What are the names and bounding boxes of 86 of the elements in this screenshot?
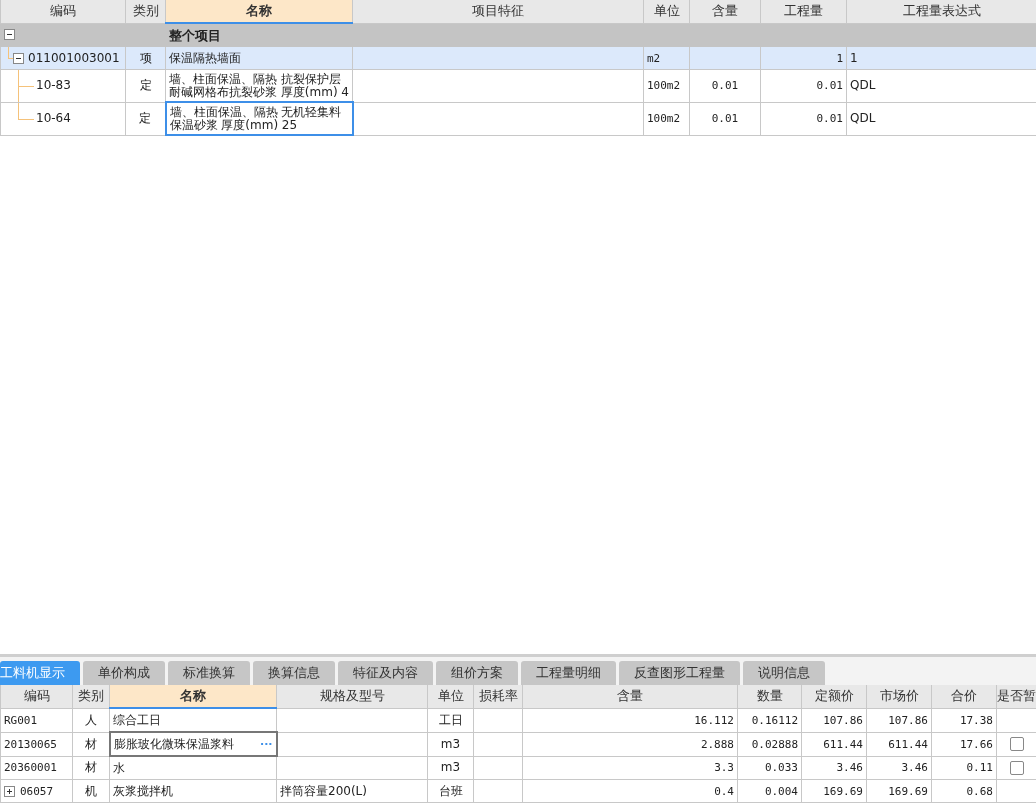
table-cell: 0.01 xyxy=(760,102,847,135)
table-cell: 611.44 xyxy=(866,732,932,756)
name-cell[interactable]: 墙、柱面保温、隔热 无机轻集料保温砂浆 厚度(mm) 25 xyxy=(165,102,353,135)
tab[interactable]: 组价方案 xyxy=(436,661,518,685)
table-cell: 0.68 xyxy=(931,779,997,803)
table-cell: 定 xyxy=(125,69,166,102)
table-cell: 3.46 xyxy=(866,756,932,780)
table-cell: 17.38 xyxy=(931,708,997,732)
column-header[interactable]: 工程量 xyxy=(760,0,847,23)
table-cell: 0.01 xyxy=(689,102,761,135)
tab[interactable]: 标准换算 xyxy=(168,661,250,685)
tab[interactable]: 特征及内容 xyxy=(338,661,433,685)
collapse-icon[interactable] xyxy=(4,29,15,41)
table-cell: 100m2 xyxy=(643,69,690,102)
item-code: 06057 xyxy=(20,784,54,798)
collapse-icon[interactable] xyxy=(13,52,24,64)
table-row[interactable]: 整个项目 xyxy=(0,23,1036,47)
table-cell: 16.112 xyxy=(522,708,738,732)
table-cell: 0.01 xyxy=(760,69,847,102)
material-name: 膨胀玻化微珠保温浆料 xyxy=(113,737,234,751)
table-cell: 2.888 xyxy=(522,732,738,756)
table-cell: m3 xyxy=(427,732,474,756)
table-cell: 0.02888 xyxy=(737,732,802,756)
table-cell: 107.86 xyxy=(801,708,867,732)
material-name: 综合工日 xyxy=(113,713,161,727)
column-header[interactable]: 名称 xyxy=(109,685,277,708)
table-cell: 材 xyxy=(72,756,110,780)
name-cell[interactable]: 整个项目 xyxy=(165,23,353,47)
column-header[interactable]: 含量 xyxy=(522,685,738,708)
table-cell: 人 xyxy=(72,708,110,732)
column-header[interactable]: 项目特征 xyxy=(352,0,644,23)
table-cell: 611.44 xyxy=(801,732,867,756)
column-header[interactable]: 含量 xyxy=(689,0,761,23)
table-cell: 0.11 xyxy=(931,756,997,780)
table-cell: 0.4 xyxy=(522,779,738,803)
column-header[interactable]: 编码 xyxy=(0,685,73,708)
tab[interactable]: 换算信息 xyxy=(253,661,335,685)
item-code: RG001 xyxy=(4,713,38,727)
table-cell: 169.69 xyxy=(866,779,932,803)
table-cell: 17.66 xyxy=(931,732,997,756)
tab[interactable]: 工程量明细 xyxy=(521,661,616,685)
item-code: 011001003001 xyxy=(28,51,120,65)
name-cell[interactable]: 保温隔热墙面 xyxy=(165,46,353,70)
column-header[interactable]: 类别 xyxy=(72,685,110,708)
tab[interactable]: 单价构成 xyxy=(83,661,165,685)
tab[interactable]: 反查图形工程量 xyxy=(619,661,740,685)
column-header[interactable]: 规格及型号 xyxy=(276,685,428,708)
column-header[interactable]: 类别 xyxy=(125,0,166,23)
item-code: 10-83 xyxy=(36,79,71,93)
expand-icon[interactable] xyxy=(4,785,15,797)
column-header[interactable]: 单位 xyxy=(643,0,690,23)
column-header[interactable]: 编码 xyxy=(0,0,126,23)
table-cell: 0.16112 xyxy=(737,708,802,732)
table-cell: 0.033 xyxy=(737,756,802,780)
table-row[interactable]: 10-64 定 墙、柱面保温、隔热 无机轻集料保温砂浆 厚度(mm) 25 100m2 0.01 0.01 QDL xyxy=(0,102,1036,135)
column-header[interactable]: 是否暂 xyxy=(996,685,1036,708)
table-cell: 机 xyxy=(72,779,110,803)
table-cell: 工日 xyxy=(427,708,474,732)
item-code: 10-64 xyxy=(36,112,71,125)
column-header[interactable]: 定额价 xyxy=(801,685,867,708)
table-cell: 拌筒容量200(L) xyxy=(276,779,428,803)
tab[interactable]: 说明信息 xyxy=(743,661,825,685)
table-cell: m3 xyxy=(427,756,474,780)
table-cell: 3.46 xyxy=(801,756,867,780)
material-name: 水 xyxy=(113,761,125,775)
table-cell: 100m2 xyxy=(643,102,690,135)
table-cell: 0.004 xyxy=(737,779,802,803)
table-row[interactable]: 011001003001 项 保温隔热墙面 m2 1 1 xyxy=(0,46,1036,70)
column-header[interactable]: 合价 xyxy=(931,685,997,708)
checkbox[interactable] xyxy=(1009,737,1024,751)
material-name: 灰浆搅拌机 xyxy=(113,784,173,798)
table-cell: 169.69 xyxy=(801,779,867,803)
item-code: 20130065 xyxy=(4,737,57,751)
column-header[interactable]: 名称 xyxy=(165,0,353,23)
item-code: 20360001 xyxy=(4,761,57,775)
column-header[interactable]: 损耗率 xyxy=(473,685,523,708)
table-cell: 0.01 xyxy=(689,69,761,102)
column-header[interactable]: 工程量表达式 xyxy=(846,0,1036,23)
table-cell: 1 xyxy=(846,46,1036,70)
table-cell: 107.86 xyxy=(866,708,932,732)
column-header[interactable]: 单位 xyxy=(427,685,474,708)
column-header[interactable]: 数量 xyxy=(737,685,802,708)
column-header[interactable]: 市场价 xyxy=(866,685,932,708)
table-cell: 台班 xyxy=(427,779,474,803)
table-cell: 3.3 xyxy=(522,756,738,780)
checkbox[interactable] xyxy=(1009,760,1024,775)
